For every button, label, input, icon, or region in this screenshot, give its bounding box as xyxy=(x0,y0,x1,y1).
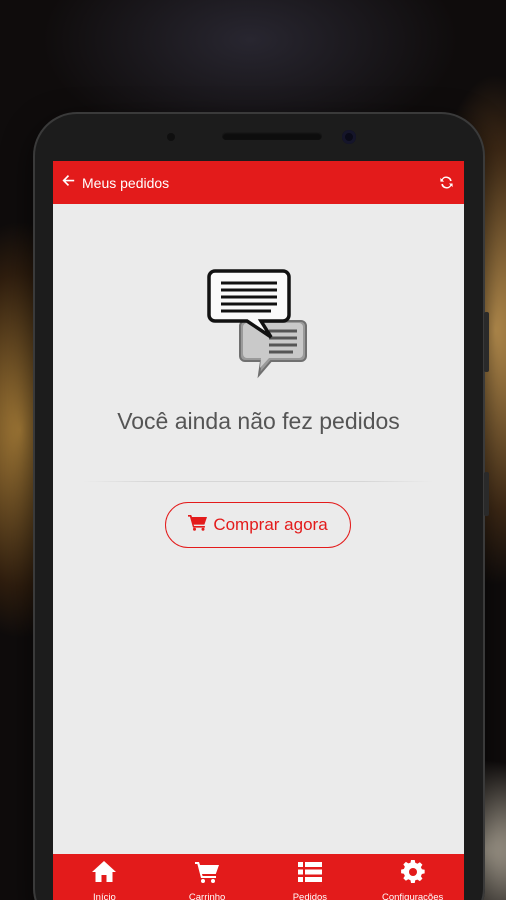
gear-icon xyxy=(400,860,426,889)
arrow-left-icon xyxy=(62,174,75,192)
nav-item-cart[interactable]: Carrinho xyxy=(156,854,259,900)
nav-label-orders: Pedidos xyxy=(292,892,328,900)
list-icon xyxy=(297,860,323,889)
nav-item-home[interactable]: Início xyxy=(53,854,156,900)
home-icon xyxy=(91,860,117,889)
phone-sensor xyxy=(167,133,175,141)
page-title: Meus pedidos xyxy=(82,174,170,191)
divider xyxy=(83,481,433,482)
buy-now-label: Comprar agora xyxy=(213,515,328,534)
refresh-icon xyxy=(439,176,454,194)
cart-icon xyxy=(194,860,220,889)
nav-item-settings[interactable]: Configurações xyxy=(361,854,464,900)
top-app-bar: Meus pedidos xyxy=(53,161,464,204)
buy-now-button[interactable]: Comprar agora xyxy=(165,502,351,548)
refresh-button[interactable] xyxy=(439,175,454,190)
nav-label-cart: Carrinho xyxy=(188,892,226,900)
back-button[interactable]: Meus pedidos xyxy=(53,161,169,204)
empty-state-message: Você ainda não fez pedidos xyxy=(117,408,400,434)
nav-item-orders[interactable]: Pedidos xyxy=(259,854,362,900)
phone-side-button xyxy=(484,472,489,516)
phone-speaker xyxy=(222,132,322,140)
chat-bubbles-icon xyxy=(207,269,311,379)
phone-camera xyxy=(342,130,356,144)
app-screen: Meus pedidos Você ainda não fez pedidos … xyxy=(53,161,464,900)
phone-side-button xyxy=(484,312,489,372)
nav-label-home: Início xyxy=(93,892,116,900)
nav-label-settings: Configurações xyxy=(381,892,444,900)
bottom-navigation: Início Carrinho Pedidos Configurações xyxy=(53,854,464,900)
cart-icon xyxy=(188,514,213,536)
